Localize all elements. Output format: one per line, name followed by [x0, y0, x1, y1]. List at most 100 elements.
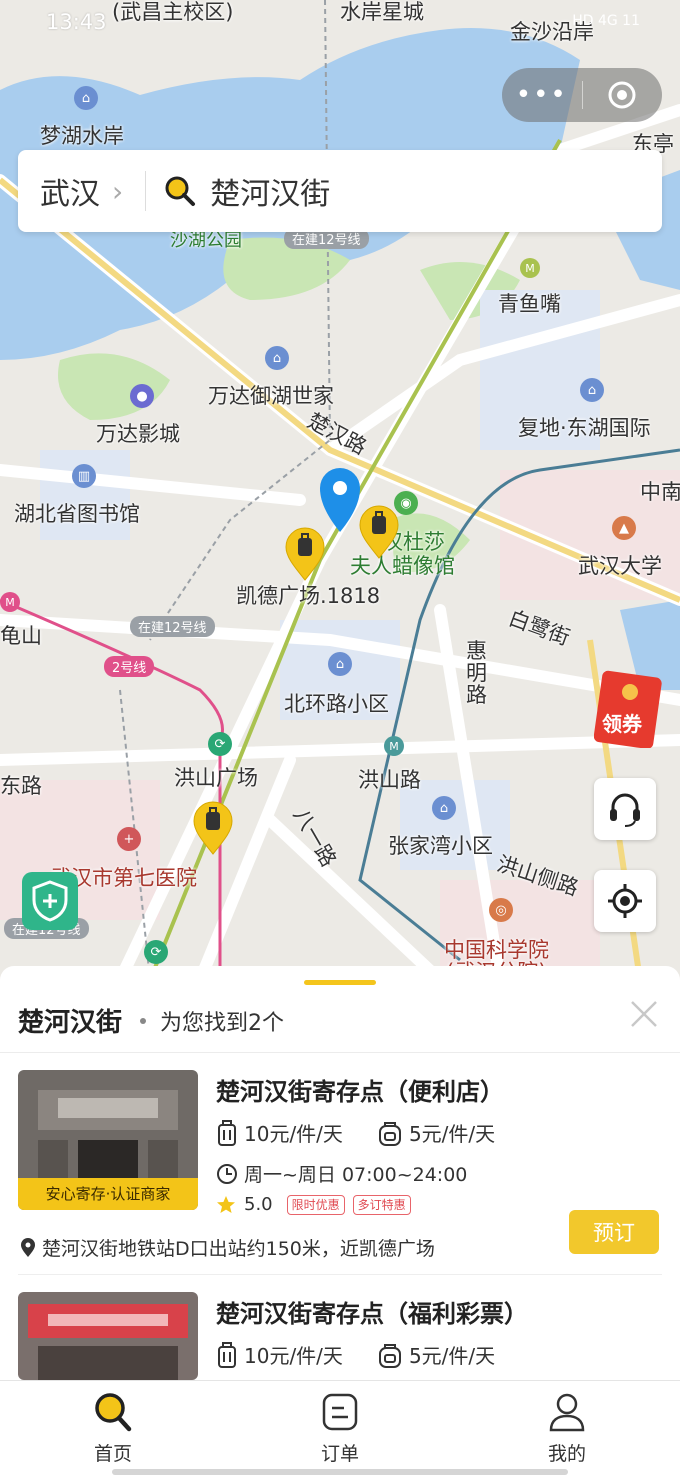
- star-icon: [217, 1195, 235, 1213]
- price-row: 10元/件/天 5元/件/天: [216, 1118, 495, 1147]
- store-name: 楚河汉街寄存点（福利彩票）: [216, 1300, 528, 1328]
- search-divider: [145, 171, 147, 211]
- insurance-button[interactable]: [22, 872, 78, 930]
- tab-home[interactable]: 首页: [53, 1391, 173, 1466]
- backpack-icon: [378, 1343, 401, 1368]
- miniprogram-capsule: •••: [502, 68, 662, 122]
- map-label: 复地·东湖国际: [518, 416, 651, 440]
- locate-me-button[interactable]: [594, 870, 656, 932]
- suitcase-icon: [218, 1119, 236, 1146]
- academy-icon: ◎: [489, 898, 513, 922]
- metro-station-icon: M: [0, 592, 20, 612]
- transfer-station-icon: ⟳: [208, 732, 232, 756]
- metro-line-badge: 2号线: [104, 656, 155, 677]
- close-miniprogram-button[interactable]: [583, 80, 663, 110]
- search-bar: 武汉 › 楚河汉街: [18, 150, 662, 232]
- price-row: 10元/件/天 5元/件/天: [216, 1340, 495, 1369]
- results-sheet: 楚河汉街 为您找到2个 安心寄存·认证商家 楚河汉街寄存点（便利店） 10元/件…: [0, 966, 680, 1380]
- tab-profile[interactable]: 我的: [507, 1391, 627, 1466]
- library-icon: ▥: [72, 464, 96, 488]
- rating-value: 5.0: [244, 1194, 273, 1215]
- metro-line-badge: 在建12号线: [130, 616, 215, 637]
- coupon-label: 领券: [602, 712, 642, 736]
- headset-icon: [610, 793, 640, 827]
- transfer-station-icon: ⟳: [144, 940, 168, 964]
- map-label: 武汉大学: [578, 554, 662, 578]
- residential-icon: ⌂: [74, 86, 98, 110]
- search-icon: [165, 176, 196, 206]
- search-input[interactable]: 楚河汉街: [210, 169, 330, 213]
- residential-icon: ⌂: [328, 652, 352, 676]
- hospital-icon: +: [117, 827, 141, 851]
- residential-icon: ⌂: [432, 796, 456, 820]
- book-button[interactable]: 预订: [569, 1210, 659, 1254]
- map-label: 惠明路: [466, 639, 487, 707]
- tab-label: 订单: [320, 1443, 359, 1465]
- coupon-button[interactable]: 领券: [593, 668, 664, 749]
- luggage-marker-icon[interactable]: [284, 526, 326, 582]
- metro-station-icon: M: [520, 258, 540, 278]
- tab-label: 我的: [547, 1443, 586, 1465]
- city-selector[interactable]: 武汉: [18, 169, 100, 213]
- home-indicator: [112, 1469, 568, 1475]
- store-photo: [18, 1292, 198, 1380]
- address-text: 楚河汉街地铁站D口出站约150米，近凯德广场: [42, 1238, 435, 1260]
- card-divider: [18, 1274, 662, 1275]
- bottom-tab-bar: 首页 订单 我的: [0, 1380, 680, 1475]
- metro-station-icon: M: [384, 736, 404, 756]
- price-small-luggage: 5元/件/天: [408, 1122, 496, 1146]
- residential-icon: ⌂: [265, 346, 289, 370]
- map-label: 洪山广场: [174, 766, 258, 790]
- map-view[interactable]: ⌂ ⌂ ● ⌂ ▥ ◉ ▲ ⌂ ⌂ + ◎ M M M ⟳ ⟳ (武昌主校区) …: [0, 0, 680, 980]
- chevron-right-icon[interactable]: ›: [112, 175, 123, 208]
- status-indicators: HD 4G 11: [572, 13, 640, 29]
- store-name: 楚河汉街寄存点（便利店）: [216, 1078, 504, 1106]
- luggage-marker-icon[interactable]: [192, 800, 234, 856]
- crosshair-icon: [608, 884, 642, 918]
- map-label: 湖北省图书馆: [14, 502, 140, 526]
- target-close-icon: [608, 81, 636, 109]
- cinema-icon: ●: [130, 384, 154, 408]
- clock-icon: [217, 1163, 237, 1184]
- hours-text: 周一~周日 07:00~24:00: [244, 1164, 468, 1186]
- price-small-luggage: 5元/件/天: [408, 1344, 496, 1368]
- bullet-dot: [140, 1017, 147, 1024]
- backpack-icon: [378, 1121, 401, 1146]
- search-home-icon: [95, 1393, 132, 1432]
- map-label: 东路: [0, 774, 42, 798]
- map-label: 中南: [640, 480, 680, 504]
- residential-icon: ⌂: [580, 378, 604, 402]
- header-divider: [0, 1052, 680, 1053]
- map-label: 北环路小区: [284, 692, 389, 716]
- results-header: 楚河汉街 为您找到2个: [18, 1002, 284, 1039]
- rating-row: 5.0 限时优惠 多订特惠: [216, 1194, 411, 1215]
- map-label: 万达影城: [96, 422, 180, 446]
- university-icon: ▲: [612, 516, 636, 540]
- price-large-luggage: 10元/件/天: [244, 1344, 343, 1368]
- map-label: 龟山: [0, 624, 42, 648]
- promo-tag: 限时优惠: [286, 1194, 345, 1215]
- tab-label: 首页: [93, 1443, 132, 1465]
- opening-hours: 周一~周日 07:00~24:00: [216, 1160, 467, 1187]
- close-icon[interactable]: [628, 998, 660, 1030]
- store-photo: 安心寄存·认证商家: [18, 1070, 198, 1210]
- price-large-luggage: 10元/件/天: [244, 1122, 343, 1146]
- certified-merchant-badge: 安心寄存·认证商家: [18, 1178, 198, 1210]
- results-title: 楚河汉街: [18, 1008, 123, 1038]
- status-time: 13:43: [46, 10, 107, 34]
- store-address: 楚河汉街地铁站D口出站约150米，近凯德广场: [20, 1234, 435, 1261]
- sheet-drag-handle[interactable]: [304, 980, 376, 985]
- user-icon: [549, 1393, 585, 1432]
- shield-plus-icon: [22, 872, 78, 930]
- order-document-icon: [322, 1393, 358, 1431]
- map-label: 青鱼嘴: [498, 292, 561, 316]
- luggage-marker-icon[interactable]: [358, 504, 400, 560]
- results-count: 为您找到2个: [160, 1010, 285, 1036]
- map-label: 梦湖水岸: [40, 124, 124, 148]
- tab-orders[interactable]: 订单: [280, 1391, 400, 1466]
- more-options-button[interactable]: •••: [502, 80, 582, 110]
- map-label: 凯德广场.1818: [236, 584, 381, 608]
- customer-service-button[interactable]: [594, 778, 656, 840]
- map-label: 洪山路: [358, 768, 421, 792]
- suitcase-icon: [218, 1341, 236, 1368]
